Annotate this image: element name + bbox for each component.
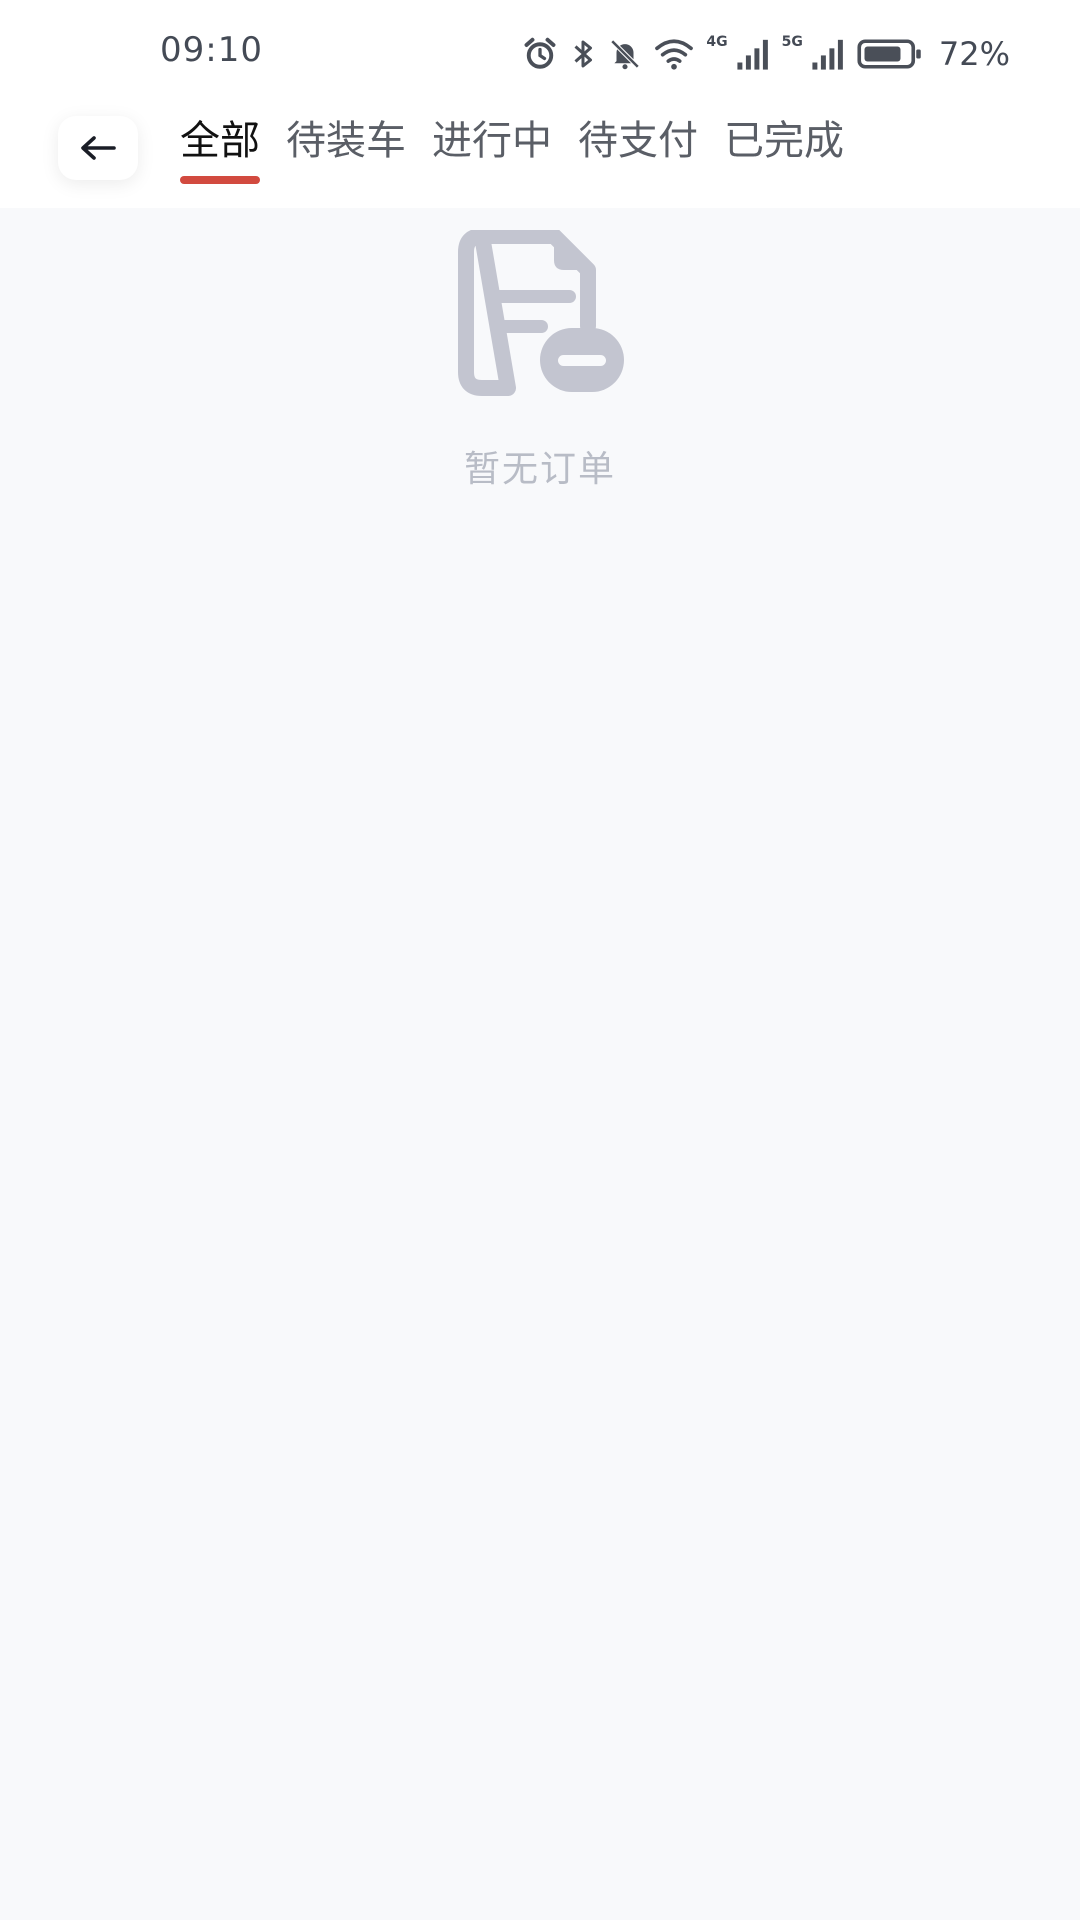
battery-icon bbox=[857, 34, 923, 74]
orders-page: 09:10 4G 5G 72% 全部 待装车 进行中 待支付 已完成 暂无订单 bbox=[0, 0, 1080, 1920]
active-tab-indicator bbox=[180, 176, 260, 184]
tab-completed-label: 已完成 bbox=[724, 118, 844, 164]
empty-document-icon bbox=[458, 230, 624, 396]
battery-percent: 72% bbox=[938, 35, 1010, 73]
tab-pending-loading[interactable]: 待装车 bbox=[286, 114, 406, 168]
tab-all[interactable]: 全部 bbox=[180, 114, 260, 184]
tab-pending-payment[interactable]: 待支付 bbox=[578, 114, 698, 168]
empty-state: 暂无订单 bbox=[0, 230, 1080, 492]
wifi-icon bbox=[654, 34, 694, 74]
mute-icon bbox=[608, 34, 642, 74]
signal-icon bbox=[736, 34, 770, 74]
tab-completed[interactable]: 已完成 bbox=[724, 114, 844, 168]
network-4g-label: 4G bbox=[706, 34, 728, 50]
tab-in-progress-label: 进行中 bbox=[432, 118, 552, 164]
tab-in-progress[interactable]: 进行中 bbox=[432, 114, 552, 168]
status-icons: 4G 5G 72% bbox=[522, 30, 1010, 78]
order-tabs: 全部 待装车 进行中 待支付 已完成 bbox=[180, 114, 844, 184]
tab-pending-payment-label: 待支付 bbox=[578, 118, 698, 164]
bluetooth-icon bbox=[570, 34, 596, 74]
arrow-left-icon bbox=[81, 136, 116, 160]
status-bar: 09:10 4G 5G 72% bbox=[0, 0, 1080, 100]
tab-all-label: 全部 bbox=[180, 118, 260, 164]
header: 全部 待装车 进行中 待支付 已完成 bbox=[0, 100, 1080, 208]
tab-pending-loading-label: 待装车 bbox=[286, 118, 406, 164]
back-button[interactable] bbox=[58, 116, 138, 180]
signal-icon-2 bbox=[811, 34, 845, 74]
alarm-icon bbox=[522, 34, 558, 74]
network-5g-label: 5G bbox=[781, 34, 803, 50]
status-time: 09:10 bbox=[160, 30, 263, 70]
empty-message: 暂无订单 bbox=[463, 449, 616, 490]
